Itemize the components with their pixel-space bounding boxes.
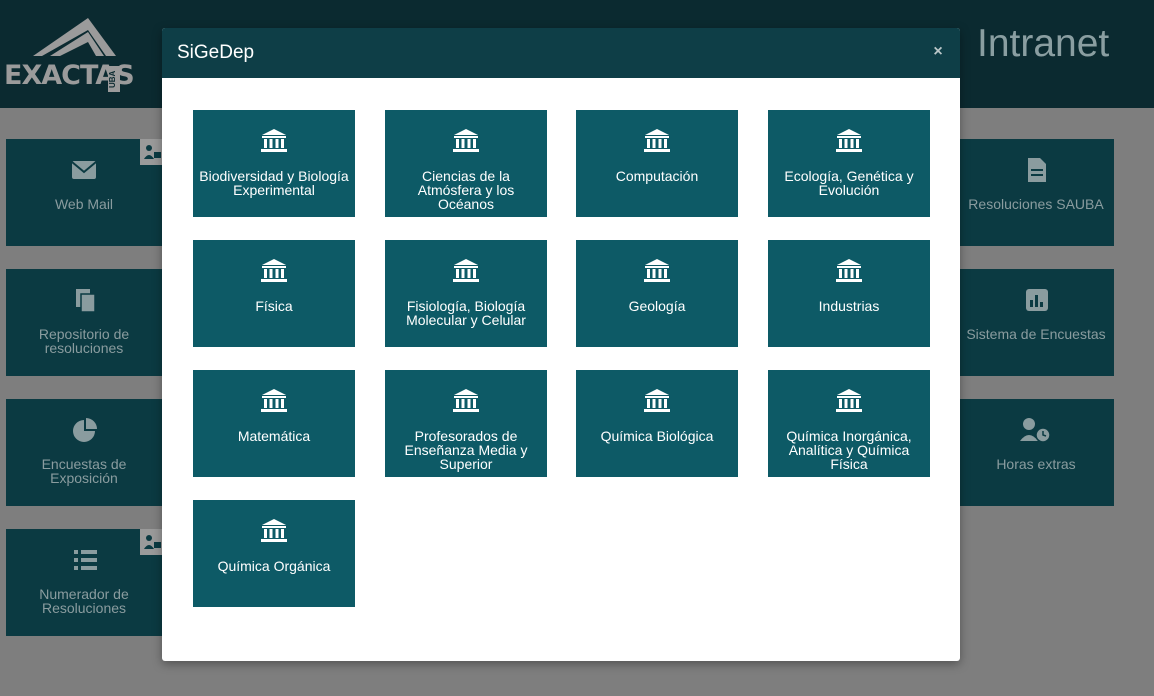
- department-label: Profesorados de Enseñanza Media y Superi…: [404, 428, 528, 472]
- department-tile[interactable]: Química Biológica: [576, 370, 738, 477]
- modal-header: SiGeDep ×: [162, 28, 960, 78]
- tile-horas-extras[interactable]: Horas extras: [958, 399, 1114, 506]
- department-tile[interactable]: Ecología, Genética y Evolución: [768, 110, 930, 217]
- modal-title: SiGeDep: [177, 42, 255, 63]
- institution-icon: [768, 129, 930, 153]
- institution-icon: [576, 259, 738, 283]
- roof-logo-icon: [33, 18, 116, 56]
- sigedep-modal: SiGeDep × Biodiversidad y Biología Exper…: [162, 28, 960, 661]
- tile-label: Repositorio de resoluciones: [38, 326, 130, 356]
- department-tile[interactable]: Ciencias de la Atmósfera y los Océanos: [385, 110, 547, 217]
- tile-label: Numerador de Resoluciones: [39, 586, 129, 616]
- logo-uba: UBA: [108, 66, 120, 92]
- department-tile[interactable]: Industrias: [768, 240, 930, 347]
- department-tile[interactable]: Física: [193, 240, 355, 347]
- department-label: Industrias: [818, 298, 880, 314]
- user-clock-icon: [1020, 418, 1051, 443]
- institution-icon: [768, 389, 930, 413]
- app-title: Intranet: [977, 22, 1110, 65]
- institution-icon: [385, 259, 547, 283]
- institution-icon: [193, 389, 355, 413]
- institution-icon: [385, 389, 547, 413]
- institution-icon: [193, 519, 355, 543]
- department-label: Fisiología, Biología Molecular y Celular: [406, 298, 526, 328]
- tile-label: Resoluciones SAUBA: [968, 196, 1104, 212]
- tile-label: Web Mail: [54, 196, 114, 212]
- department-label: Biodiversidad y Biología Experimental: [199, 168, 349, 198]
- department-label: Computación: [615, 168, 699, 184]
- department-label: Ciencias de la Atmósfera y los Océanos: [417, 168, 515, 212]
- tile-label: Sistema de Encuestas: [966, 326, 1106, 342]
- close-button[interactable]: ×: [930, 42, 946, 62]
- institution-icon: [193, 259, 355, 283]
- department-label: Química Orgánica: [217, 558, 331, 574]
- department-tile[interactable]: Matemática: [193, 370, 355, 477]
- files-icon: [76, 289, 96, 313]
- institution-icon: [385, 129, 547, 153]
- institution-icon: [576, 389, 738, 413]
- tile-web-mail[interactable]: Web Mail: [6, 139, 162, 246]
- pie-chart-icon: [73, 418, 97, 442]
- tile-repositorio[interactable]: Repositorio de resoluciones: [6, 269, 162, 376]
- numbered-list-icon: [74, 550, 97, 570]
- department-tile[interactable]: Profesorados de Enseñanza Media y Superi…: [385, 370, 547, 477]
- department-tile[interactable]: Química Orgánica: [193, 500, 355, 607]
- user-lock-icon: [140, 139, 164, 165]
- tile-label: Horas extras: [996, 456, 1076, 472]
- department-tile[interactable]: Geología: [576, 240, 738, 347]
- tile-numerador[interactable]: Numerador de Resoluciones: [6, 529, 162, 636]
- tile-encuestas-exposicion[interactable]: Encuestas de Exposición: [6, 399, 162, 506]
- bar-chart-icon: [1026, 289, 1048, 311]
- tile-resoluciones-sauba[interactable]: Resoluciones SAUBA: [958, 139, 1114, 246]
- department-label: Química Inorgánica, Analítica y Química …: [786, 428, 912, 472]
- department-tile[interactable]: Computación: [576, 110, 738, 217]
- department-tile[interactable]: Fisiología, Biología Molecular y Celular: [385, 240, 547, 347]
- exactas-logo[interactable]: EXACTAS UBA: [4, 16, 135, 96]
- department-tile[interactable]: Química Inorgánica, Analítica y Química …: [768, 370, 930, 477]
- institution-icon: [193, 129, 355, 153]
- department-label: Ecología, Genética y Evolución: [784, 168, 914, 198]
- department-label: Física: [255, 298, 293, 314]
- tile-sistema-encuestas[interactable]: Sistema de Encuestas: [958, 269, 1114, 376]
- department-tile[interactable]: Biodiversidad y Biología Experimental: [193, 110, 355, 217]
- document-icon: [1028, 158, 1046, 182]
- department-label: Matemática: [237, 428, 311, 444]
- department-label: Química Biológica: [600, 428, 714, 444]
- institution-icon: [768, 259, 930, 283]
- department-label: Geología: [628, 298, 686, 314]
- user-lock-icon: [140, 529, 164, 555]
- envelope-icon: [71, 161, 97, 179]
- tile-label: Encuestas de Exposición: [41, 456, 127, 486]
- institution-icon: [576, 129, 738, 153]
